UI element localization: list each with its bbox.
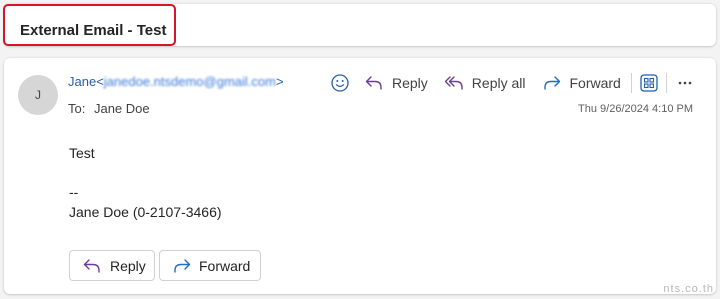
sender-email: janedoe.ntsdemo@gmail.com bbox=[103, 74, 276, 89]
toolbar-reply-button[interactable]: Reply bbox=[364, 74, 428, 92]
signature-separator: -- bbox=[69, 184, 79, 200]
sent-date: Thu 9/26/2024 4:10 PM bbox=[578, 103, 693, 115]
more-options-icon bbox=[678, 81, 692, 85]
sender-email-open: < bbox=[96, 74, 104, 89]
watermark: nts.co.th bbox=[663, 283, 714, 295]
reply-arrow-icon bbox=[365, 76, 382, 90]
emoji-reaction-button[interactable] bbox=[330, 73, 350, 93]
apps-button[interactable] bbox=[640, 74, 658, 92]
sender-email-close: > bbox=[275, 74, 284, 89]
message-card: J Jane<janedoe.ntsdemo@gmail.com> To: Ja… bbox=[4, 58, 716, 294]
reply-button-label: Reply bbox=[110, 257, 146, 274]
forward-button-label: Forward bbox=[199, 257, 251, 274]
recipient-name[interactable]: Jane Doe bbox=[94, 101, 150, 116]
reply-all-arrow-icon bbox=[444, 76, 463, 90]
smiley-icon bbox=[331, 74, 349, 92]
subject-highlight-box bbox=[3, 4, 176, 46]
message-toolbar: Reply Reply all Forward bbox=[330, 71, 693, 95]
more-actions-button[interactable] bbox=[677, 75, 693, 91]
reply-button[interactable]: Reply bbox=[69, 250, 155, 281]
sender[interactable]: Jane<janedoe.ntsdemo@gmail.com> bbox=[68, 74, 284, 89]
avatar[interactable]: J bbox=[18, 75, 58, 115]
to-label: To: bbox=[68, 101, 86, 116]
message-body: Test -- Jane Doe (0-2107-3466) bbox=[69, 143, 222, 222]
toolbar-divider-2 bbox=[665, 73, 667, 93]
apps-grid-icon bbox=[640, 74, 658, 92]
forward-button[interactable]: Forward bbox=[159, 250, 261, 281]
forward-arrow-icon bbox=[543, 76, 560, 90]
reply-arrow-icon bbox=[83, 258, 100, 273]
signature-line: Jane Doe (0-2107-3466) bbox=[69, 204, 222, 220]
sender-name: Jane bbox=[68, 74, 97, 89]
toolbar-forward-label: Forward bbox=[569, 75, 621, 91]
toolbar-reply-all-button[interactable]: Reply all bbox=[444, 74, 526, 92]
forward-arrow-icon bbox=[174, 258, 191, 273]
body-line: Test bbox=[69, 145, 95, 161]
toolbar-forward-button[interactable]: Forward bbox=[542, 74, 621, 92]
recipient-line: To: Jane Doe bbox=[68, 101, 150, 116]
toolbar-reply-label: Reply bbox=[392, 75, 428, 91]
toolbar-divider bbox=[630, 73, 632, 93]
toolbar-reply-all-label: Reply all bbox=[471, 75, 526, 91]
